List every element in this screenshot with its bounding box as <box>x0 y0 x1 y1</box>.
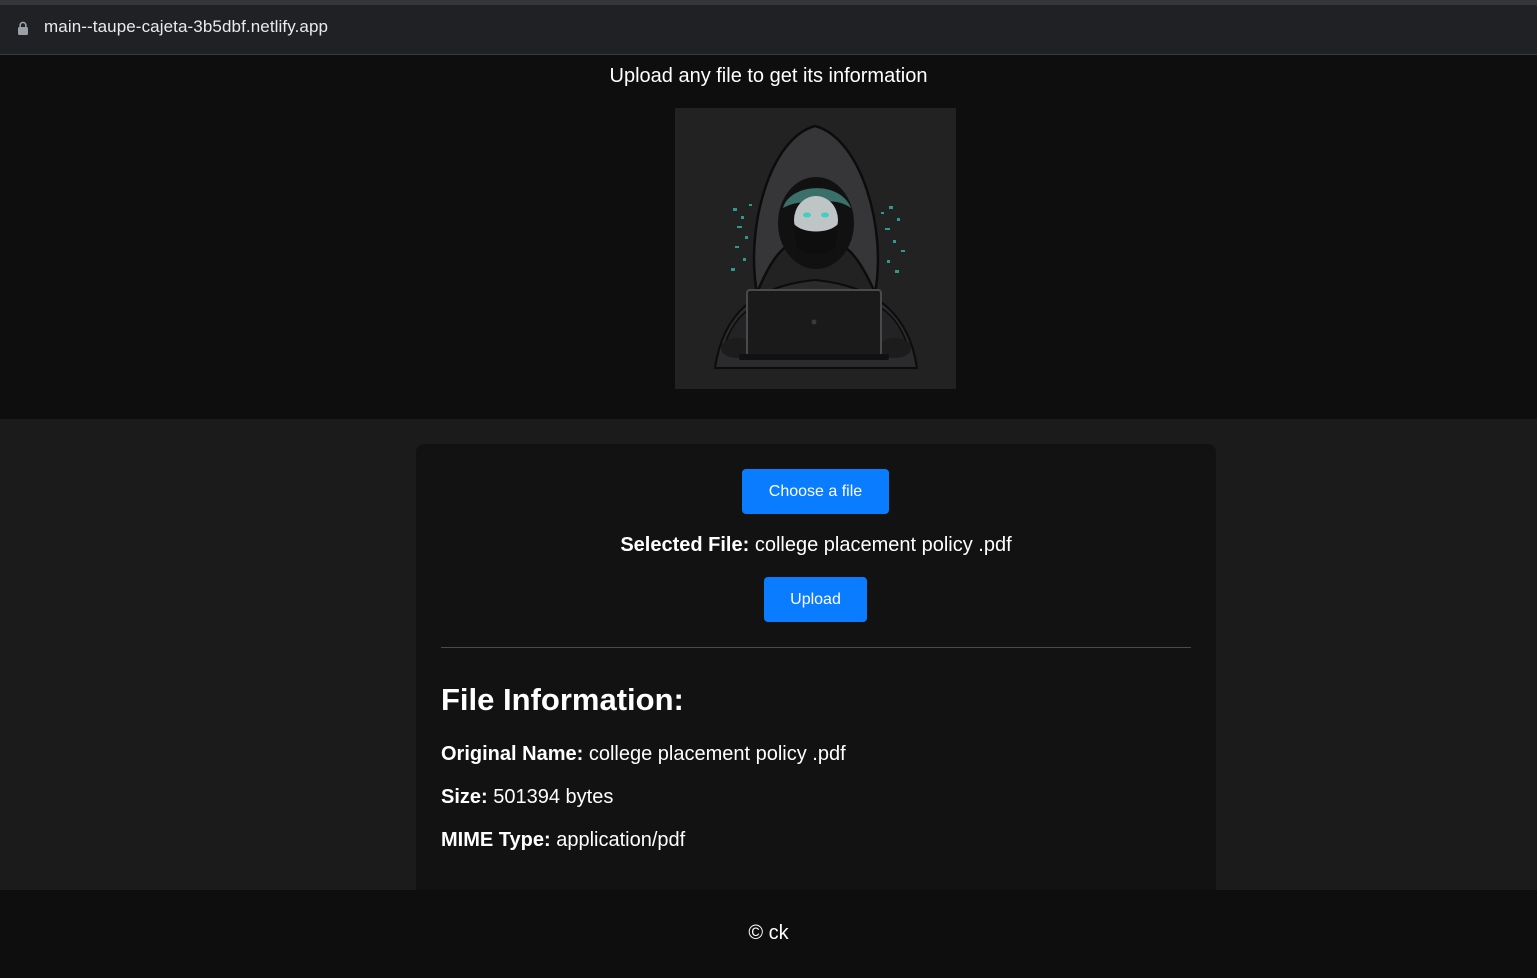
mime-type-label: MIME Type: <box>441 829 551 851</box>
hero-section: Upload any file to get its information <box>0 55 1537 419</box>
browser-toolbar: main--taupe-cajeta-3b5dbf.netlify.app <box>0 0 1537 55</box>
size-value: 501394 bytes <box>493 786 614 808</box>
original-name-label: Original Name: <box>441 743 584 765</box>
upload-button[interactable]: Upload <box>764 577 867 622</box>
selected-file-value: college placement policy .pdf <box>754 534 1012 556</box>
mime-type-value: application/pdf <box>556 829 686 851</box>
hacker-illustration-svg <box>675 108 956 389</box>
size-label: Size: <box>441 786 488 808</box>
original-name-row: Original Name: college placement policy … <box>441 743 846 766</box>
hacker-illustration-icon <box>675 108 956 389</box>
upload-card: Choose a file Selected File: college pla… <box>416 444 1216 904</box>
page-title: Upload any file to get its information <box>609 65 928 87</box>
file-info-heading: File Information: <box>441 682 684 717</box>
choose-file-button[interactable]: Choose a file <box>742 469 889 514</box>
original-name-value: college placement policy .pdf <box>588 743 846 765</box>
copyright-text: © ck <box>748 922 789 944</box>
size-row: Size: 501394 bytes <box>441 786 613 809</box>
lock-icon[interactable] <box>17 21 29 35</box>
divider <box>441 647 1191 648</box>
url-text[interactable]: main--taupe-cajeta-3b5dbf.netlify.app <box>44 17 328 37</box>
footer: © ck <box>0 890 1537 978</box>
mime-type-row: MIME Type: application/pdf <box>441 829 685 852</box>
address-bar[interactable]: main--taupe-cajeta-3b5dbf.netlify.app <box>0 5 1537 51</box>
selected-file-label: Selected File: <box>620 534 750 556</box>
selected-file-line: Selected File: college placement policy … <box>416 534 1216 557</box>
